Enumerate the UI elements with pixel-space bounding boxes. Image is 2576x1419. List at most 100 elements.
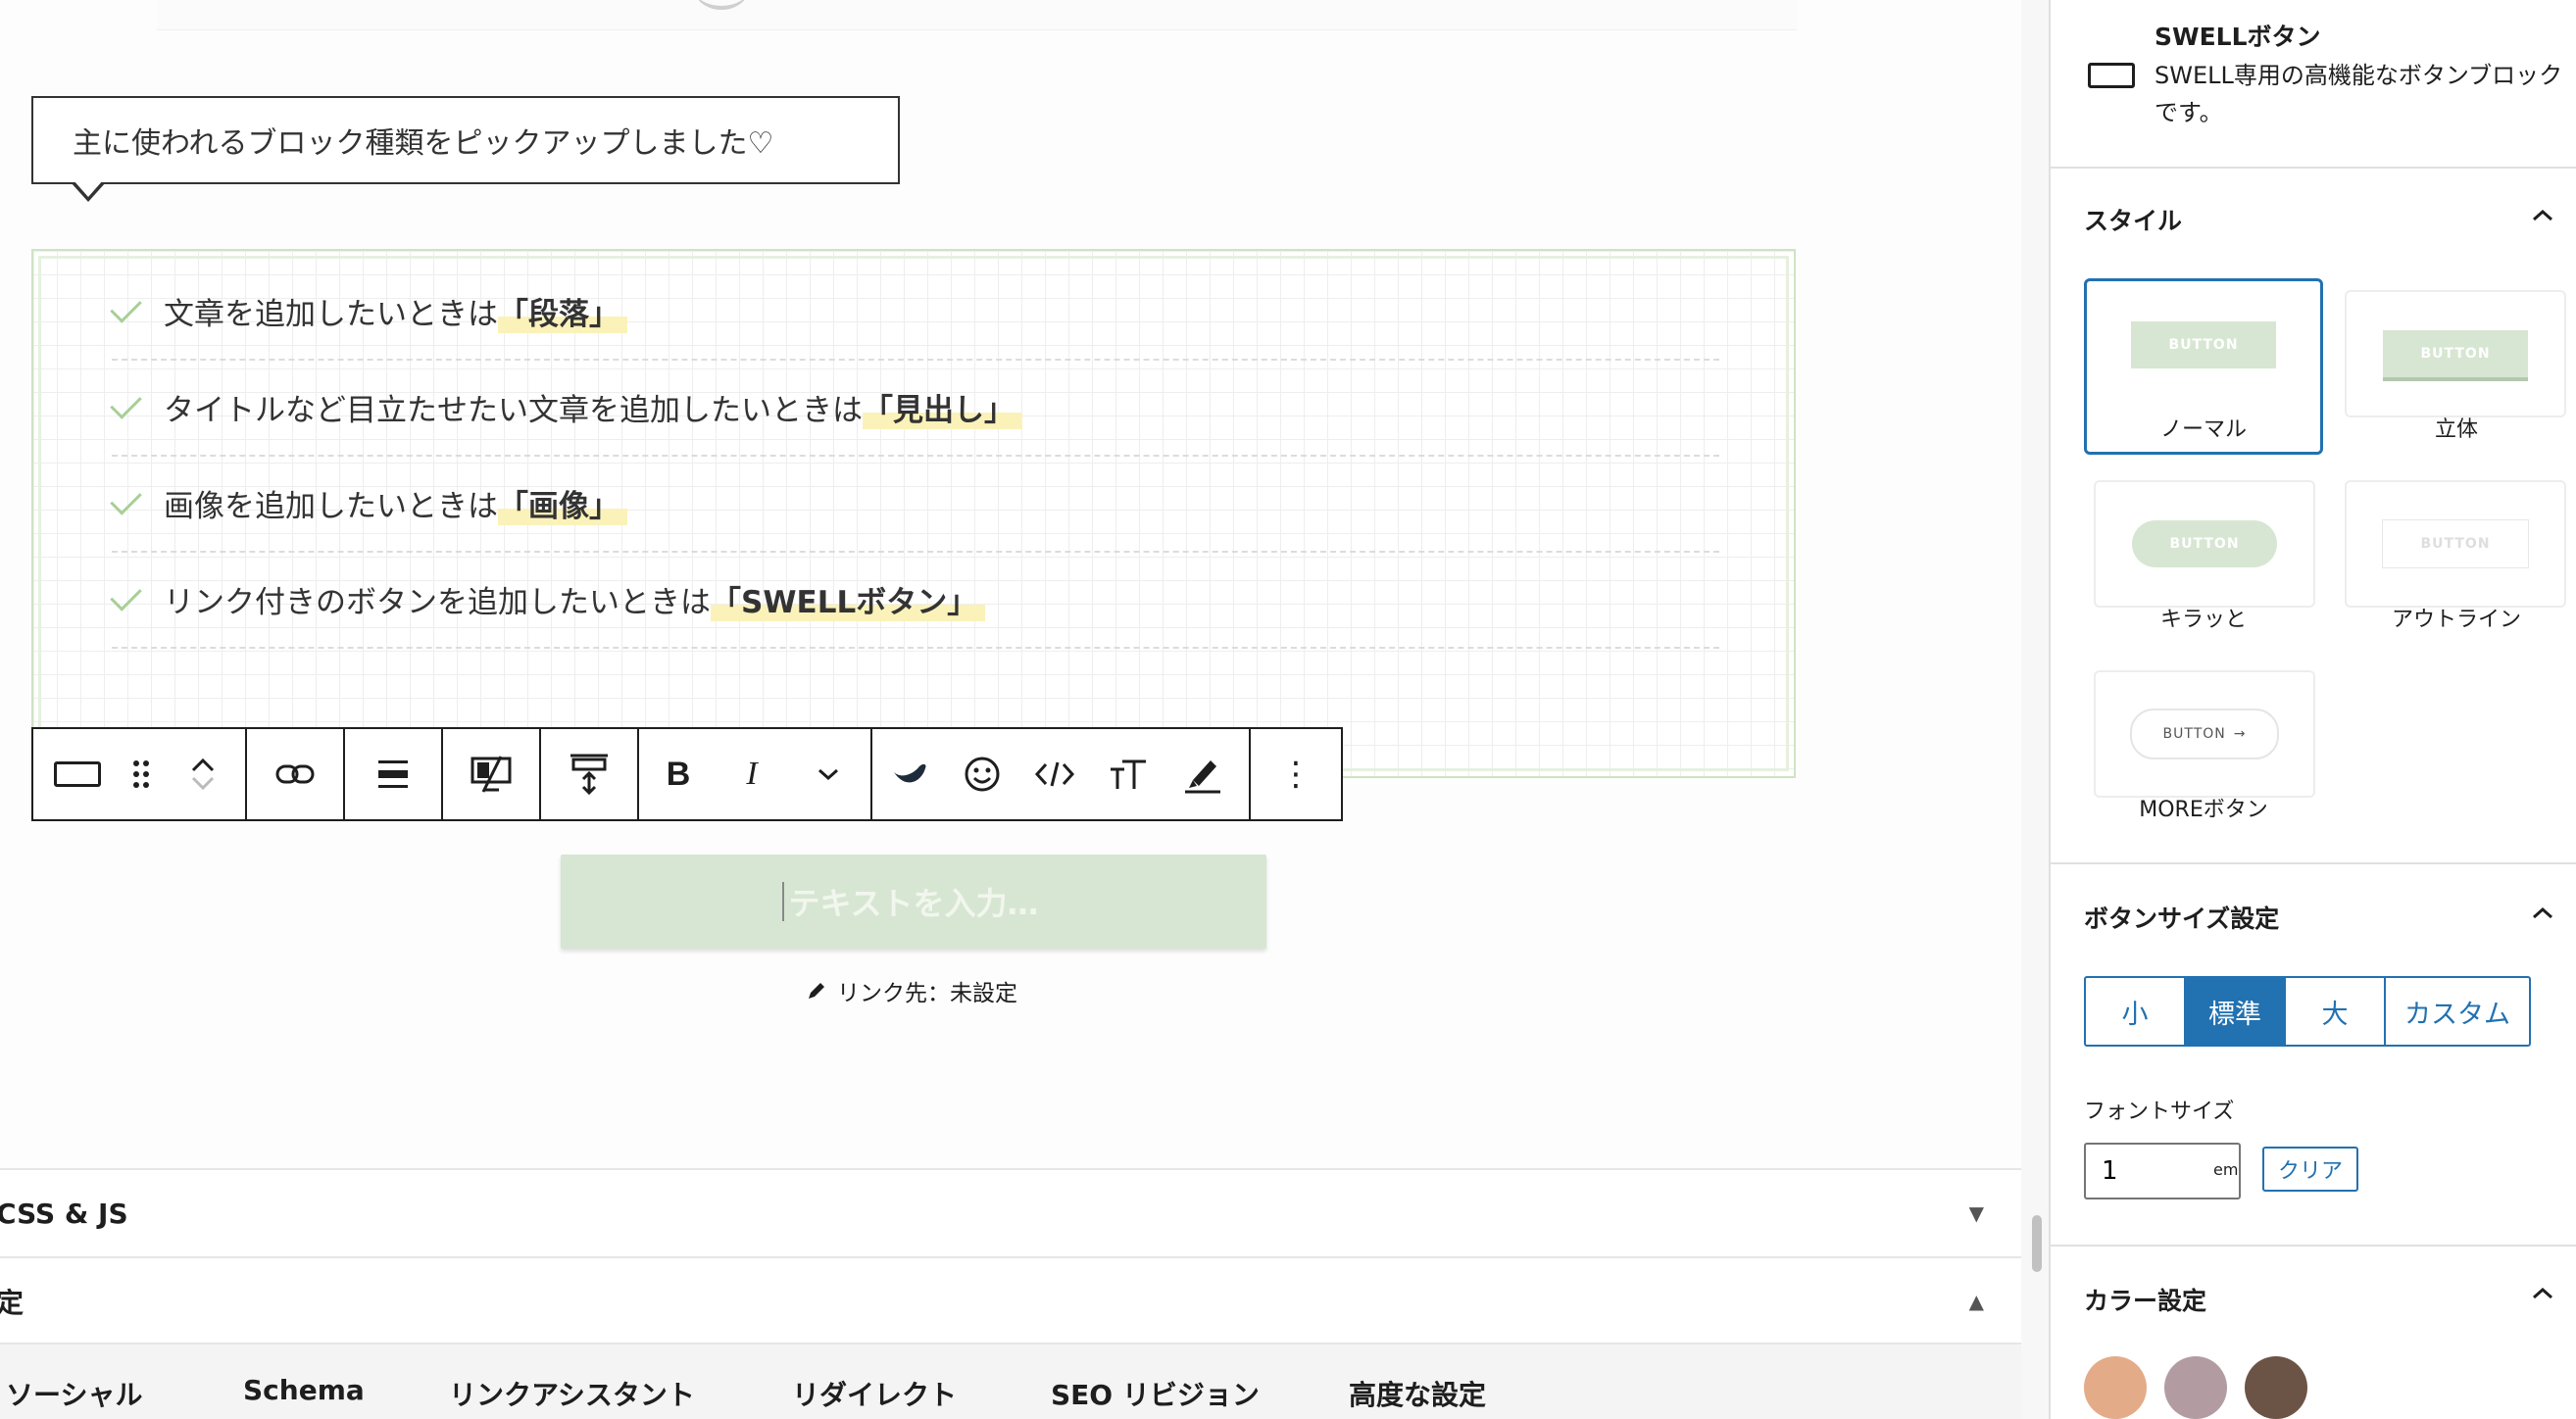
- swell-format-button[interactable]: [872, 729, 947, 819]
- meta-box-css-js[interactable]: CSS & JS ▼: [0, 1168, 2021, 1256]
- inline-code-button[interactable]: [1017, 729, 1092, 819]
- device-hide-icon: [471, 756, 512, 793]
- block-description: SWELL専用の高機能なボタンブロックです。: [2155, 62, 2563, 126]
- size-standard-button[interactable]: 標準: [2186, 978, 2286, 1045]
- block-toolbar: B I ⋮: [31, 727, 1343, 821]
- block-type-button[interactable]: [33, 729, 122, 819]
- panel-title: スタイル: [2084, 207, 2183, 235]
- button-size-group: 小 標準 大 カスタム: [2084, 976, 2531, 1047]
- tab-seo-revision[interactable]: SEO リビジョン: [1051, 1374, 1260, 1413]
- style-option-kira[interactable]: BUTTON: [2094, 480, 2315, 608]
- check-icon: [110, 482, 142, 515]
- color-swatch[interactable]: [2164, 1356, 2227, 1419]
- toolbar-group-align: [345, 729, 443, 819]
- style-option-label: MOREボタン: [2139, 798, 2268, 822]
- swell-logo-icon: [894, 763, 926, 783]
- tab-social[interactable]: ソーシャル: [6, 1374, 142, 1413]
- previous-block-shape: [694, 0, 749, 10]
- list-item-text: 画像を追加したいときは: [164, 488, 498, 524]
- toolbar-group-swell: [872, 729, 1251, 819]
- scrollbar-track[interactable]: [2021, 0, 2049, 1419]
- style-option-more[interactable]: BUTTON →: [2094, 670, 2315, 798]
- style-option-label: 立体: [2434, 417, 2478, 442]
- style-option-3d[interactable]: BUTTON: [2345, 290, 2566, 417]
- font-size-format-button[interactable]: [1092, 729, 1164, 819]
- pencil-icon: [809, 983, 824, 999]
- block-name: SWELLボタン: [2155, 23, 2321, 51]
- color-swatch[interactable]: [2245, 1356, 2307, 1419]
- meta-tabs: ソーシャル Schema リンクアシスタント リダイレクト SEO リビジョン …: [0, 1343, 2021, 1419]
- panel-title: ボタンサイズ設定: [2084, 905, 2280, 933]
- toolbar-group-block: [33, 729, 247, 819]
- italic-button[interactable]: I: [718, 729, 786, 819]
- list-item[interactable]: リンク付きのボタンを追加したいときは 「SWELLボタン」: [110, 551, 1719, 649]
- meta-box-title: CSS & JS: [0, 1197, 128, 1230]
- style-option-label: キラッと: [2159, 608, 2247, 632]
- drag-handle[interactable]: [122, 729, 161, 819]
- editor-canvas: 主に使われるブロック種類をピックアップしました♡ 文章を追加したいときは 「段落…: [0, 0, 2021, 1419]
- align-button[interactable]: [345, 729, 441, 819]
- style-option-outline[interactable]: BUTTON: [2345, 480, 2566, 608]
- emoji-button[interactable]: [947, 729, 1017, 819]
- link-button[interactable]: [247, 729, 343, 819]
- tab-advanced[interactable]: 高度な設定: [1349, 1374, 1486, 1413]
- font-size-label: フォントサイズ: [2084, 1100, 2235, 1124]
- highlight-button[interactable]: [1164, 729, 1241, 819]
- size-custom-button[interactable]: カスタム: [2386, 978, 2529, 1045]
- tab-redirect[interactable]: リダイレクト: [792, 1374, 957, 1413]
- toolbar-group-options: ⋮: [1251, 729, 1341, 819]
- link-setting[interactable]: リンク先：未設定: [806, 974, 1017, 1007]
- smiley-icon: [965, 757, 1000, 792]
- meta-box-settings[interactable]: 定 ▲: [0, 1256, 2021, 1345]
- arrow-right-icon: →: [2233, 726, 2247, 742]
- list-item-highlight: 「見出し」: [863, 384, 1022, 429]
- list-item[interactable]: 画像を追加したいときは 「画像」: [110, 455, 1719, 553]
- clear-button[interactable]: クリア: [2262, 1147, 2358, 1192]
- toolbar-group-spacing: [541, 729, 639, 819]
- style-preview: BUTTON: [2382, 519, 2529, 568]
- previous-block: [157, 0, 1797, 30]
- chevron-up-icon: [2533, 906, 2552, 919]
- scrollbar-thumb[interactable]: [2032, 1215, 2042, 1272]
- list-item[interactable]: タイトルなど目立たせたい文章を追加したいときは 「見出し」: [110, 359, 1719, 457]
- panel-divider: [2051, 167, 2576, 169]
- caption-balloon[interactable]: 主に使われるブロック種類をピックアップしました♡: [31, 96, 900, 184]
- margin-button[interactable]: [541, 729, 637, 819]
- toolbar-group-format: B I: [639, 729, 872, 819]
- swell-button-text[interactable]: テキストを入力…: [561, 855, 1266, 949]
- triangle-up-icon: ▲: [1968, 1290, 1984, 1313]
- button-block-icon: [2088, 63, 2135, 88]
- caption-tail-inner: [74, 180, 103, 197]
- move-buttons: [161, 729, 245, 819]
- style-preview: BUTTON: [2383, 330, 2528, 377]
- text-size-icon: [1111, 759, 1146, 789]
- marker-icon: [1185, 760, 1220, 794]
- tab-link-assistant[interactable]: リンクアシスタント: [449, 1374, 695, 1413]
- size-small-button[interactable]: 小: [2086, 978, 2186, 1045]
- link-icon: [275, 764, 315, 784]
- tab-schema[interactable]: Schema: [243, 1374, 365, 1406]
- device-visibility-button[interactable]: [443, 729, 539, 819]
- code-icon: [1034, 761, 1075, 787]
- size-large-button[interactable]: 大: [2286, 978, 2386, 1045]
- style-preview: BUTTON: [2132, 520, 2277, 567]
- style-preview-text: BUTTON: [2162, 726, 2226, 742]
- chevron-down-icon[interactable]: [189, 774, 217, 794]
- chevron-up-icon[interactable]: [189, 755, 217, 774]
- drag-icon: [133, 760, 149, 788]
- panel-divider: [2051, 862, 2576, 864]
- chevron-up-icon: [2533, 209, 2552, 221]
- list-item-highlight: 「SWELLボタン」: [711, 576, 986, 621]
- text-caret: [782, 882, 784, 921]
- style-option-label: アウトライン: [2391, 608, 2521, 632]
- list-item[interactable]: 文章を追加したいときは 「段落」: [110, 263, 1719, 361]
- color-swatch[interactable]: [2084, 1356, 2147, 1419]
- more-format-button[interactable]: [786, 729, 870, 819]
- toolbar-group-link: [247, 729, 345, 819]
- checklist-block[interactable]: 文章を追加したいときは 「段落」 タイトルなど目立たせたい文章を追加したいときは…: [31, 249, 1796, 778]
- triangle-down-icon: ▼: [1968, 1201, 1984, 1225]
- style-option-label: ノーマル: [2159, 417, 2247, 442]
- font-size-unit: em: [2213, 1160, 2239, 1179]
- bold-button[interactable]: B: [639, 729, 718, 819]
- options-button[interactable]: ⋮: [1251, 729, 1341, 819]
